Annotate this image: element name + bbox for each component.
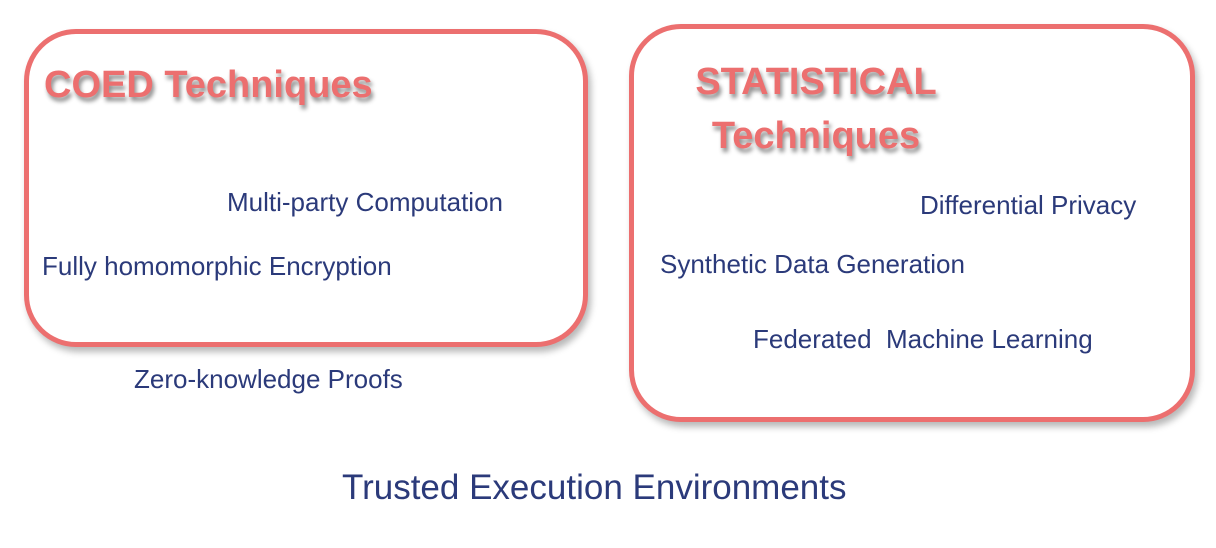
federated-machine-learning-label: Federated Machine Learning: [753, 324, 1093, 354]
statistical-title-line1: STATISTICAL: [695, 61, 937, 103]
differential-privacy-label: Differential Privacy: [920, 190, 1137, 220]
statistical-techniques-title: STATISTICAL Techniques: [666, 55, 966, 163]
statistical-title-line2: Techniques: [711, 115, 921, 157]
multi-party-computation-label: Multi-party Computation: [227, 187, 503, 217]
zero-knowledge-proofs-label: Zero-knowledge Proofs: [134, 364, 403, 394]
trusted-execution-environments-label: Trusted Execution Environments: [342, 468, 847, 507]
synthetic-data-generation-label: Synthetic Data Generation: [660, 249, 965, 279]
coed-techniques-title: COED Techniques: [44, 64, 373, 106]
fully-homomorphic-encryption-label: Fully homomorphic Encryption: [42, 251, 392, 281]
